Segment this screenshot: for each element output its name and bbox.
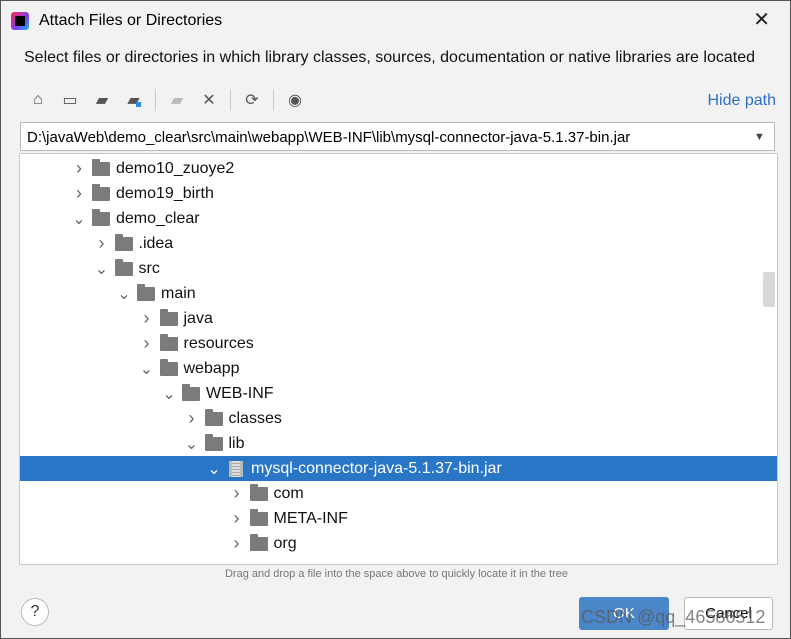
tree-item-label: com	[273, 484, 304, 502]
tree-item[interactable]: ⌄ WEB-INF	[20, 381, 777, 406]
chevron-right-icon[interactable]: ›	[72, 158, 86, 179]
tree-item[interactable]: › org	[20, 531, 777, 556]
module-folder-icon[interactable]: ▰	[123, 89, 145, 111]
tree-item-label: webapp	[183, 359, 240, 377]
folder-icon	[204, 433, 223, 451]
folder-icon	[249, 483, 268, 501]
tree-item[interactable]: › META-INF	[20, 506, 777, 531]
home-icon[interactable]: ⌂	[27, 89, 49, 111]
tree-item-label: WEB-INF	[206, 384, 274, 402]
tree-item[interactable]: ⌄ mysql-connector-java-5.1.37-bin.jar	[20, 456, 777, 481]
tree-item[interactable]: › com	[20, 481, 777, 506]
chevron-down-icon[interactable]: ⌄	[140, 359, 154, 379]
folder-icon	[182, 383, 200, 401]
window-title: Attach Files or Directories	[39, 12, 223, 29]
drag-drop-hint: Drag and drop a file into the space abov…	[224, 568, 569, 580]
window-title-bar: Attach Files or Directories	[11, 9, 222, 33]
toolbar-divider	[230, 89, 231, 111]
intellij-logo-icon	[11, 12, 29, 30]
refresh-icon[interactable]: ⟳	[241, 89, 263, 111]
tree-item-label: META-INF	[273, 509, 348, 527]
toolbar-divider	[155, 89, 156, 111]
chevron-right-icon[interactable]: ›	[72, 183, 86, 204]
chevron-down-icon: ▼	[754, 130, 765, 143]
folder-icon	[114, 258, 133, 276]
tree-item-label: .idea	[138, 234, 174, 252]
chevron-right-icon[interactable]: ›	[185, 408, 199, 429]
folder-icon	[92, 208, 110, 226]
chevron-right-icon[interactable]: ›	[230, 533, 244, 554]
tree-item[interactable]: › resources	[20, 331, 777, 356]
tree-item[interactable]: › java	[20, 306, 777, 331]
desktop-icon[interactable]: ▭	[59, 89, 81, 111]
folder-icon	[159, 308, 178, 326]
chevron-right-icon[interactable]: ›	[230, 483, 244, 504]
tree-item-label: lib	[228, 434, 245, 452]
chevron-right-icon[interactable]: ›	[140, 308, 154, 329]
watermark: CSDN @qq_46586512	[581, 607, 766, 627]
path-history-dropdown[interactable]: ▼	[745, 122, 775, 151]
folder-icon	[204, 408, 223, 426]
tree-item[interactable]: ⌄ demo_clear	[20, 206, 777, 231]
path-input[interactable]: D:\javaWeb\demo_clear\src\main\webapp\WE…	[20, 122, 746, 151]
folder-icon	[249, 508, 268, 526]
tree-item-label: java	[183, 309, 213, 327]
tree-item-label: main	[161, 284, 196, 302]
help-button[interactable]: ?	[21, 598, 49, 626]
tree-item[interactable]: ⌄ webapp	[20, 356, 777, 381]
folder-icon	[114, 233, 133, 251]
chevron-down-icon[interactable]: ⌄	[72, 209, 86, 229]
chevron-down-icon[interactable]: ⌄	[207, 459, 221, 479]
tree-item[interactable]: › classes	[20, 406, 777, 431]
tree-item[interactable]: ⌄ lib	[20, 431, 777, 456]
folder-icon	[159, 333, 178, 351]
tree-item-label: mysql-connector-java-5.1.37-bin.jar	[251, 459, 502, 477]
file-tree[interactable]: › demo10_zuoye2 › demo19_birth ⌄ demo_clear ›.…	[19, 153, 778, 565]
folder-icon	[92, 183, 110, 201]
show-hidden-icon[interactable]: ◉	[284, 89, 306, 111]
chevron-right-icon[interactable]: ›	[95, 233, 109, 254]
tree-item-label: org	[273, 534, 297, 552]
toolbar: ⌂ ▭ ▰ ▰ ▰ ✕ ⟳ ◉	[27, 89, 316, 111]
tree-item-label: resources	[183, 334, 254, 352]
tree-item[interactable]: ⌄ main	[20, 281, 777, 306]
chevron-right-icon[interactable]: ›	[140, 333, 154, 354]
tree-item[interactable]: ⌄ src	[20, 256, 777, 281]
tree-item[interactable]: › demo10_zuoye2	[20, 156, 777, 181]
tree-item-label: classes	[228, 409, 282, 427]
jar-icon	[229, 460, 243, 477]
chevron-down-icon[interactable]: ⌄	[185, 434, 199, 454]
delete-icon[interactable]: ✕	[198, 89, 220, 111]
new-folder-icon[interactable]: ▰	[166, 89, 188, 111]
tree-item-label: demo_clear	[116, 209, 200, 227]
folder-icon	[92, 158, 110, 176]
chevron-down-icon[interactable]: ⌄	[162, 384, 176, 404]
chevron-down-icon[interactable]: ⌄	[95, 259, 109, 279]
folder-icon	[137, 283, 155, 301]
tree-item[interactable]: › demo19_birth	[20, 181, 777, 206]
hide-path-link[interactable]: Hide path	[708, 92, 777, 110]
dialog-description: Select files or directories in which lib…	[24, 49, 755, 66]
tree-item[interactable]: › .idea	[20, 231, 777, 256]
tree-item-label: demo19_birth	[116, 184, 214, 202]
tree-item-label: demo10_zuoye2	[116, 159, 235, 177]
chevron-down-icon[interactable]: ⌄	[117, 284, 131, 304]
tree-item-label: src	[138, 259, 160, 277]
chevron-right-icon[interactable]: ›	[230, 508, 244, 529]
toolbar-divider	[273, 89, 274, 111]
project-folder-icon[interactable]: ▰	[91, 89, 113, 111]
folder-icon	[159, 358, 178, 376]
folder-icon	[249, 533, 268, 551]
close-button[interactable]: ✕	[753, 7, 770, 32]
